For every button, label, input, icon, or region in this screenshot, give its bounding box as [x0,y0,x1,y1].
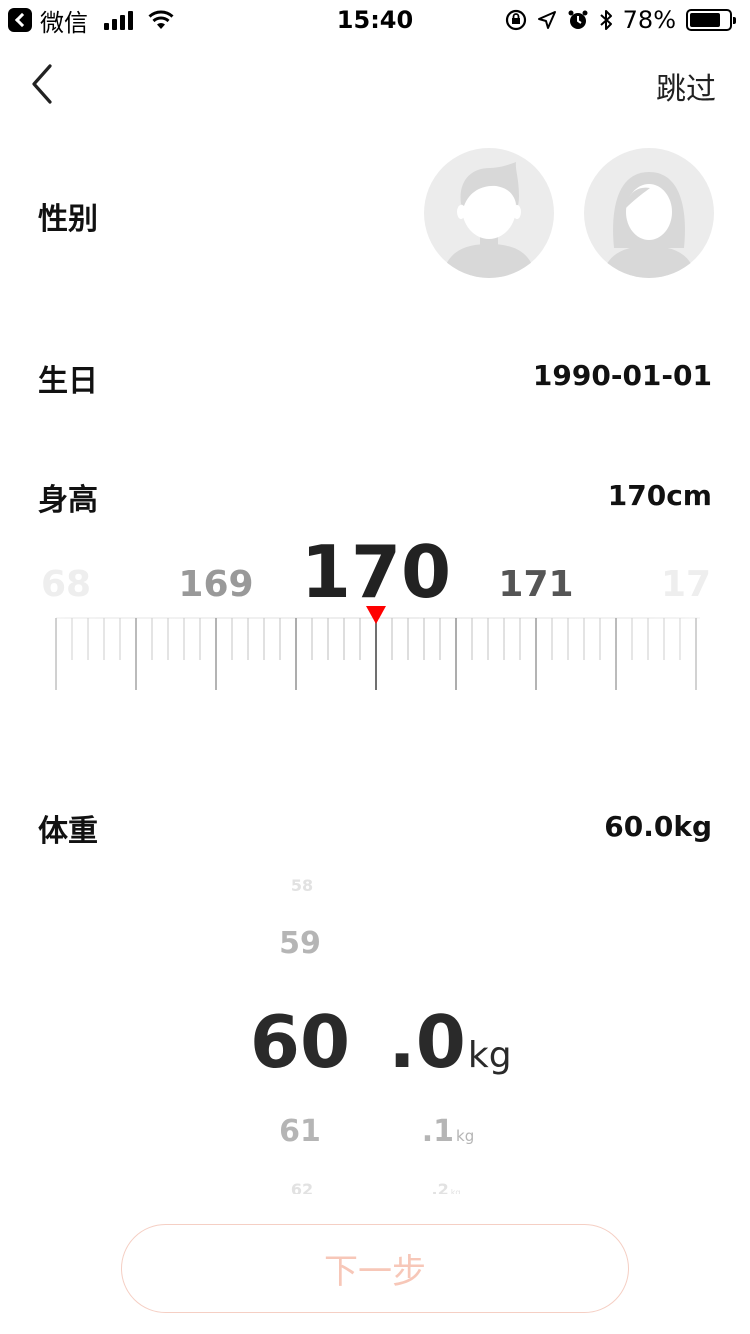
picker-unit: kg [456,1127,475,1145]
picker-selected-option[interactable]: .0kg [388,1000,511,1084]
height-ruler-labels: 68 169 170 171 17 [0,530,750,614]
battery-level-fill [690,13,720,27]
picker-option[interactable]: .2 kg [432,1180,461,1194]
location-arrow-icon [537,11,556,29]
ruler-tick-label: 169 [178,564,254,605]
male-avatar-option[interactable] [424,148,554,278]
status-bar: 微信 15:40 78% [0,0,750,40]
battery-icon [686,9,736,31]
picker-unit: kg [450,1188,461,1194]
picker-option[interactable]: 61 [279,1114,321,1149]
picker-decimal-value: .2 [431,1180,449,1194]
picker-selected-option[interactable]: 60 [250,1000,350,1084]
birthday-label: 生日 [38,364,98,399]
picker-option[interactable]: .1 kg [422,1114,475,1149]
picker-decimal-value: .1 [421,1114,455,1149]
skip-button[interactable]: 跳过 [656,64,716,108]
picker-option[interactable]: 62 [291,1180,313,1194]
height-label: 身高 [38,483,98,518]
status-bar-right: 78% [505,6,736,34]
orientation-lock-icon [505,9,526,31]
back-button[interactable] [26,62,66,106]
chevron-left-icon [32,64,52,104]
height-ruler[interactable] [0,604,750,694]
bluetooth-icon [599,10,612,30]
weight-label: 体重 [38,814,98,849]
female-avatar-icon [602,172,696,278]
ruler-tick-label: 171 [498,564,574,605]
picker-unit: kg [467,1035,512,1076]
alarm-icon [568,10,588,29]
ruler-tick-label: 17 [660,564,712,605]
male-avatar-icon [442,162,536,278]
weight-value: 60.0kg [604,810,712,843]
birthday-value[interactable]: 1990-01-01 [533,359,712,392]
next-step-button[interactable]: 下一步 [121,1224,629,1313]
ruler-tick-label: 68 [40,564,92,605]
gender-label: 性别 [38,202,98,237]
picker-option[interactable]: 59 [279,926,321,961]
ruler-selected-label: 170 [300,530,452,614]
battery-percent: 78% [622,6,676,34]
height-value: 170cm [607,479,712,512]
picker-option[interactable]: 58 [291,876,313,895]
picker-decimal-value: .0 [388,1000,466,1084]
female-avatar-option[interactable] [584,148,714,278]
